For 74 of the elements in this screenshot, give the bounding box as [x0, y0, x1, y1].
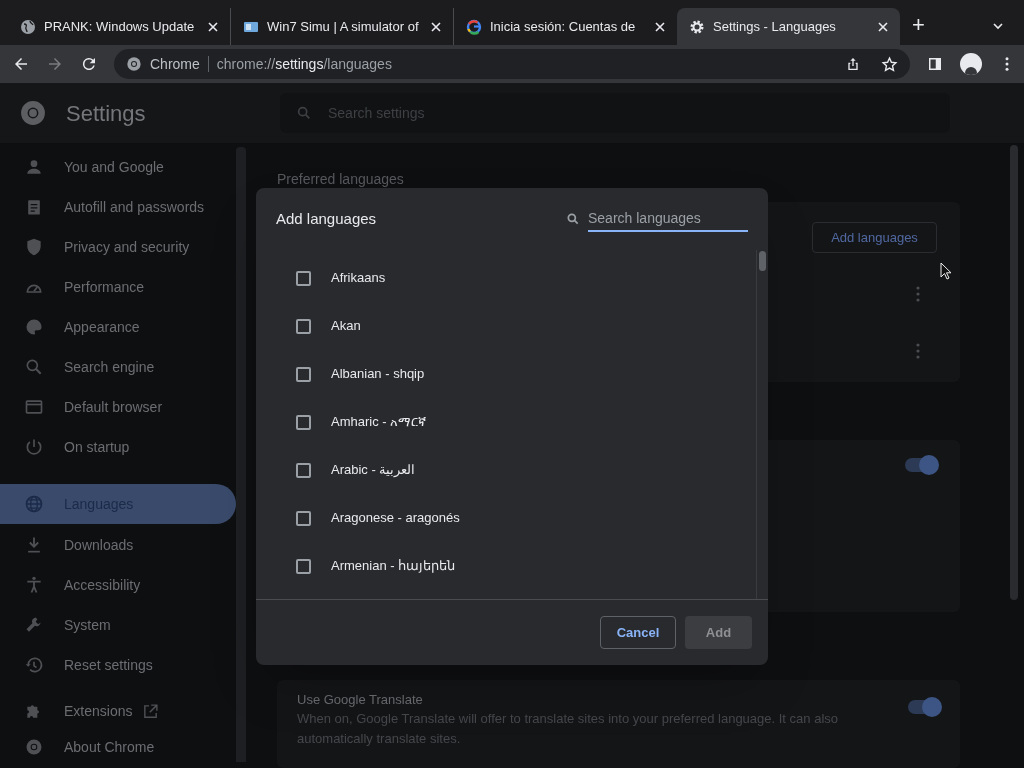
- shield-icon: [24, 237, 44, 257]
- chrome-icon: [126, 56, 142, 72]
- language-label: Amharic - አማርኛ: [331, 413, 427, 432]
- close-icon[interactable]: [208, 21, 218, 32]
- sidebar-item[interactable]: Privacy and security: [0, 227, 236, 267]
- sidebar-item[interactable]: Reset settings: [0, 645, 236, 685]
- language-label: Afrikaans: [331, 269, 386, 288]
- language-label: Akan: [331, 317, 361, 336]
- section-title: Preferred languages: [277, 170, 405, 189]
- new-tab-button[interactable]: +: [912, 14, 925, 36]
- scrollbar-thumb[interactable]: [1010, 145, 1018, 600]
- sidebar-item[interactable]: Accessibility: [0, 565, 236, 605]
- person-icon: [24, 157, 44, 177]
- search-languages-field[interactable]: Search languages: [588, 206, 748, 232]
- scrollbar-thumb[interactable]: [759, 251, 766, 271]
- browser-tab[interactable]: Inicia sesión: Cuentas de: [454, 8, 677, 45]
- globe-icon: [20, 18, 36, 35]
- chrome-icon: [24, 737, 44, 757]
- checkbox[interactable]: [296, 414, 311, 430]
- globe-icon: [24, 494, 44, 514]
- browser-window-icon: [24, 397, 44, 417]
- site-label: Chrome: [150, 54, 200, 74]
- cancel-button[interactable]: Cancel: [600, 616, 676, 649]
- sidebar-item[interactable]: Autofill and passwords: [0, 187, 236, 227]
- sidebar-item[interactable]: Downloads: [0, 525, 236, 565]
- close-icon[interactable]: [431, 21, 441, 32]
- palette-icon: [24, 317, 44, 337]
- share-icon[interactable]: [845, 56, 861, 72]
- search-icon: [566, 212, 580, 226]
- sidebar-item[interactable]: You and Google: [0, 147, 236, 187]
- address-bar[interactable]: Chrome chrome://settings/languages: [114, 49, 910, 79]
- checkbox[interactable]: [296, 558, 311, 574]
- checkbox[interactable]: [296, 462, 311, 478]
- toggle-switch[interactable]: [908, 699, 940, 714]
- url-text[interactable]: chrome://settings/languages: [216, 53, 392, 75]
- history-icon: [24, 655, 44, 675]
- sidebar-item[interactable]: Appearance: [0, 307, 236, 347]
- sidebar-item[interactable]: On startup: [0, 427, 236, 467]
- sidebar-item[interactable]: Extensions: [0, 691, 236, 731]
- side-panel-icon[interactable]: [926, 55, 944, 73]
- checkbox[interactable]: [296, 318, 311, 334]
- mouse-cursor-icon: [940, 262, 952, 280]
- sidebar-item[interactable]: System: [0, 605, 236, 645]
- search-icon: [24, 357, 44, 377]
- reload-icon[interactable]: [80, 55, 98, 73]
- profile-avatar[interactable]: [960, 53, 982, 75]
- sidebar-item[interactable]: About Chrome: [0, 731, 236, 763]
- setting-title: Use Google Translate: [297, 690, 424, 709]
- checkbox[interactable]: [296, 270, 311, 286]
- sidebar-item[interactable]: Performance: [0, 267, 236, 307]
- checkbox[interactable]: [296, 510, 311, 526]
- language-label: Arabic - العربية: [331, 461, 416, 480]
- chrome-logo-icon: [20, 100, 46, 126]
- add-languages-button[interactable]: Add languages: [812, 222, 937, 253]
- google-icon: [466, 18, 482, 35]
- browser-tab[interactable]: Settings - Languages: [677, 8, 900, 45]
- page-title: Settings: [66, 99, 146, 128]
- search-icon: [296, 105, 312, 121]
- sidebar-item[interactable]: Default browser: [0, 387, 236, 427]
- toggle-switch[interactable]: [905, 458, 937, 473]
- close-icon[interactable]: [878, 21, 888, 32]
- gear-icon: [689, 18, 705, 35]
- language-label: Armenian - հայերեն: [331, 557, 456, 576]
- language-label: Aragonese - aragonés: [331, 509, 460, 528]
- chevron-down-icon[interactable]: [992, 20, 1004, 32]
- sidebar-item[interactable]: Search engine: [0, 347, 236, 387]
- forward-icon[interactable]: [46, 55, 64, 73]
- language-label: Albanian - shqip: [331, 365, 425, 384]
- power-icon: [24, 437, 44, 457]
- bookmark-star-icon[interactable]: [881, 55, 898, 73]
- close-icon[interactable]: [655, 21, 665, 32]
- dialog-title: Add languages: [276, 208, 377, 229]
- accessibility-icon: [24, 575, 44, 595]
- checkbox[interactable]: [296, 366, 311, 382]
